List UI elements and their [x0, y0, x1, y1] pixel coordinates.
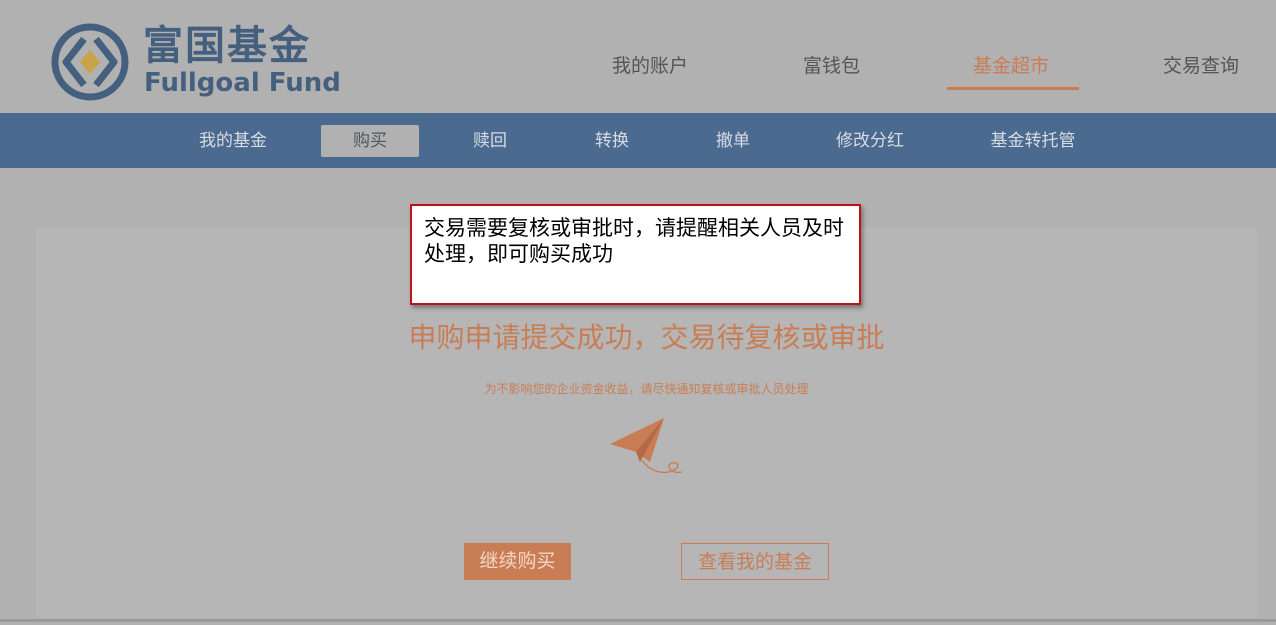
top-nav-my-account[interactable]: 我的账户 — [612, 52, 688, 82]
view-my-funds-button[interactable]: 查看我的基金 — [681, 543, 829, 580]
hint-callout: 交易需要复核或审批时，请提醒相关人员及时处理，即可购买成功 — [410, 204, 861, 305]
sub-nav-buy[interactable]: 购买 — [321, 125, 419, 157]
page: 富国基金 Fullgoal Fund 我的账户 富钱包 基金超市 交易查询 我的… — [0, 0, 1276, 625]
top-nav-trade-query[interactable]: 交易查询 — [1163, 52, 1239, 82]
fullgoal-logo-icon — [51, 23, 129, 101]
paper-plane-icon — [610, 418, 683, 474]
top-nav-wallet[interactable]: 富钱包 — [803, 52, 860, 82]
result-subtitle: 为不影响您的企业资金收益，请尽快通知复核或审批人员处理 — [484, 382, 809, 396]
sub-nav: 我的基金 购买 赎回 转换 撤单 修改分红 基金转托管 — [0, 113, 1276, 168]
sub-nav-fund-transfer[interactable]: 基金转托管 — [980, 125, 1086, 157]
logo-name-en: Fullgoal Fund — [144, 68, 341, 98]
continue-buying-button[interactable]: 继续购买 — [464, 543, 571, 580]
top-nav-active-indicator — [947, 87, 1079, 90]
sub-nav-my-funds[interactable]: 我的基金 — [190, 125, 276, 157]
bottom-divider — [0, 619, 1276, 622]
sub-nav-modify-dividend[interactable]: 修改分红 — [826, 125, 914, 157]
logo[interactable]: 富国基金 Fullgoal Fund — [50, 22, 341, 102]
result-title: 申购申请提交成功，交易待复核或审批 — [408, 321, 885, 354]
header: 富国基金 Fullgoal Fund 我的账户 富钱包 基金超市 交易查询 — [0, 0, 1276, 113]
logo-name-cn: 富国基金 — [143, 23, 311, 69]
sub-nav-redeem[interactable]: 赎回 — [462, 125, 518, 157]
sub-nav-convert[interactable]: 转换 — [584, 125, 640, 157]
sub-nav-cancel-order[interactable]: 撤单 — [705, 125, 761, 157]
top-nav-fund-market[interactable]: 基金超市 — [973, 52, 1049, 82]
